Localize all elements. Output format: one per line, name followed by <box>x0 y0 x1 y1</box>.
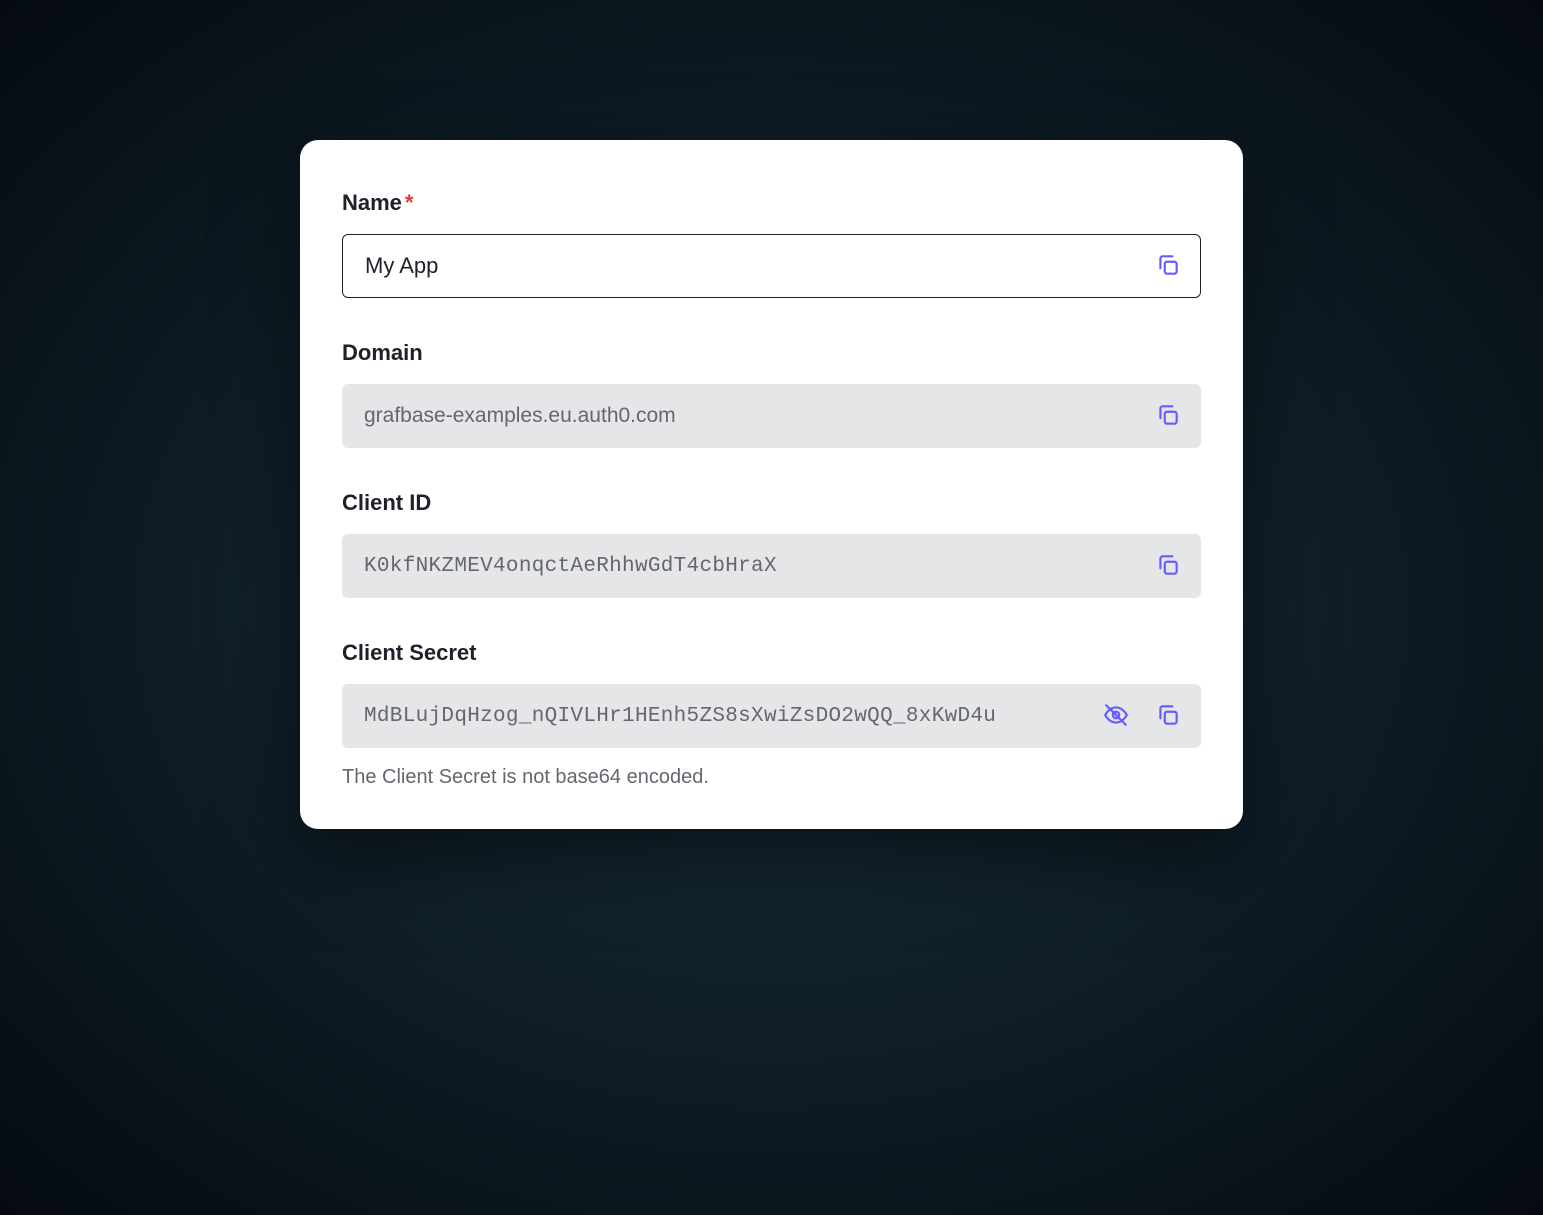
name-input-row <box>342 234 1201 298</box>
copy-domain-button[interactable] <box>1153 401 1183 431</box>
required-asterisk: * <box>405 190 414 215</box>
domain-value: grafbase-examples.eu.auth0.com <box>342 384 1201 448</box>
domain-input-row: grafbase-examples.eu.auth0.com <box>342 384 1201 448</box>
domain-label: Domain <box>342 340 1201 366</box>
name-label: Name* <box>342 190 1201 216</box>
domain-field-group: Domain grafbase-examples.eu.auth0.com <box>342 340 1201 448</box>
client-secret-label: Client Secret <box>342 640 1201 666</box>
name-input[interactable] <box>342 234 1201 298</box>
copy-icon <box>1155 402 1181 431</box>
client-secret-value: MdBLujDqHzog_nQIVLHr1HEnh5ZS8sXwiZsDO2wQ… <box>342 684 1201 748</box>
eye-off-icon <box>1103 702 1129 731</box>
client-id-input-row: K0kfNKZMEV4onqctAeRhhwGdT4cbHraX <box>342 534 1201 598</box>
copy-icon <box>1155 702 1181 731</box>
toggle-secret-visibility-button[interactable] <box>1101 701 1131 731</box>
copy-icon <box>1155 552 1181 581</box>
copy-client-secret-button[interactable] <box>1153 701 1183 731</box>
name-label-text: Name <box>342 190 402 215</box>
name-field-group: Name* <box>342 190 1201 298</box>
client-id-value: K0kfNKZMEV4onqctAeRhhwGdT4cbHraX <box>342 534 1201 598</box>
copy-name-button[interactable] <box>1153 251 1183 281</box>
client-secret-input-row: MdBLujDqHzog_nQIVLHr1HEnh5ZS8sXwiZsDO2wQ… <box>342 684 1201 748</box>
client-secret-field-group: Client Secret MdBLujDqHzog_nQIVLHr1HEnh5… <box>342 640 1201 789</box>
copy-client-id-button[interactable] <box>1153 551 1183 581</box>
copy-icon <box>1155 252 1181 281</box>
client-id-label: Client ID <box>342 490 1201 516</box>
settings-card: Name* Domain grafbase-examples.eu.auth0.… <box>300 140 1243 829</box>
client-secret-helper-text: The Client Secret is not base64 encoded. <box>342 766 1201 789</box>
client-id-field-group: Client ID K0kfNKZMEV4onqctAeRhhwGdT4cbHr… <box>342 490 1201 598</box>
